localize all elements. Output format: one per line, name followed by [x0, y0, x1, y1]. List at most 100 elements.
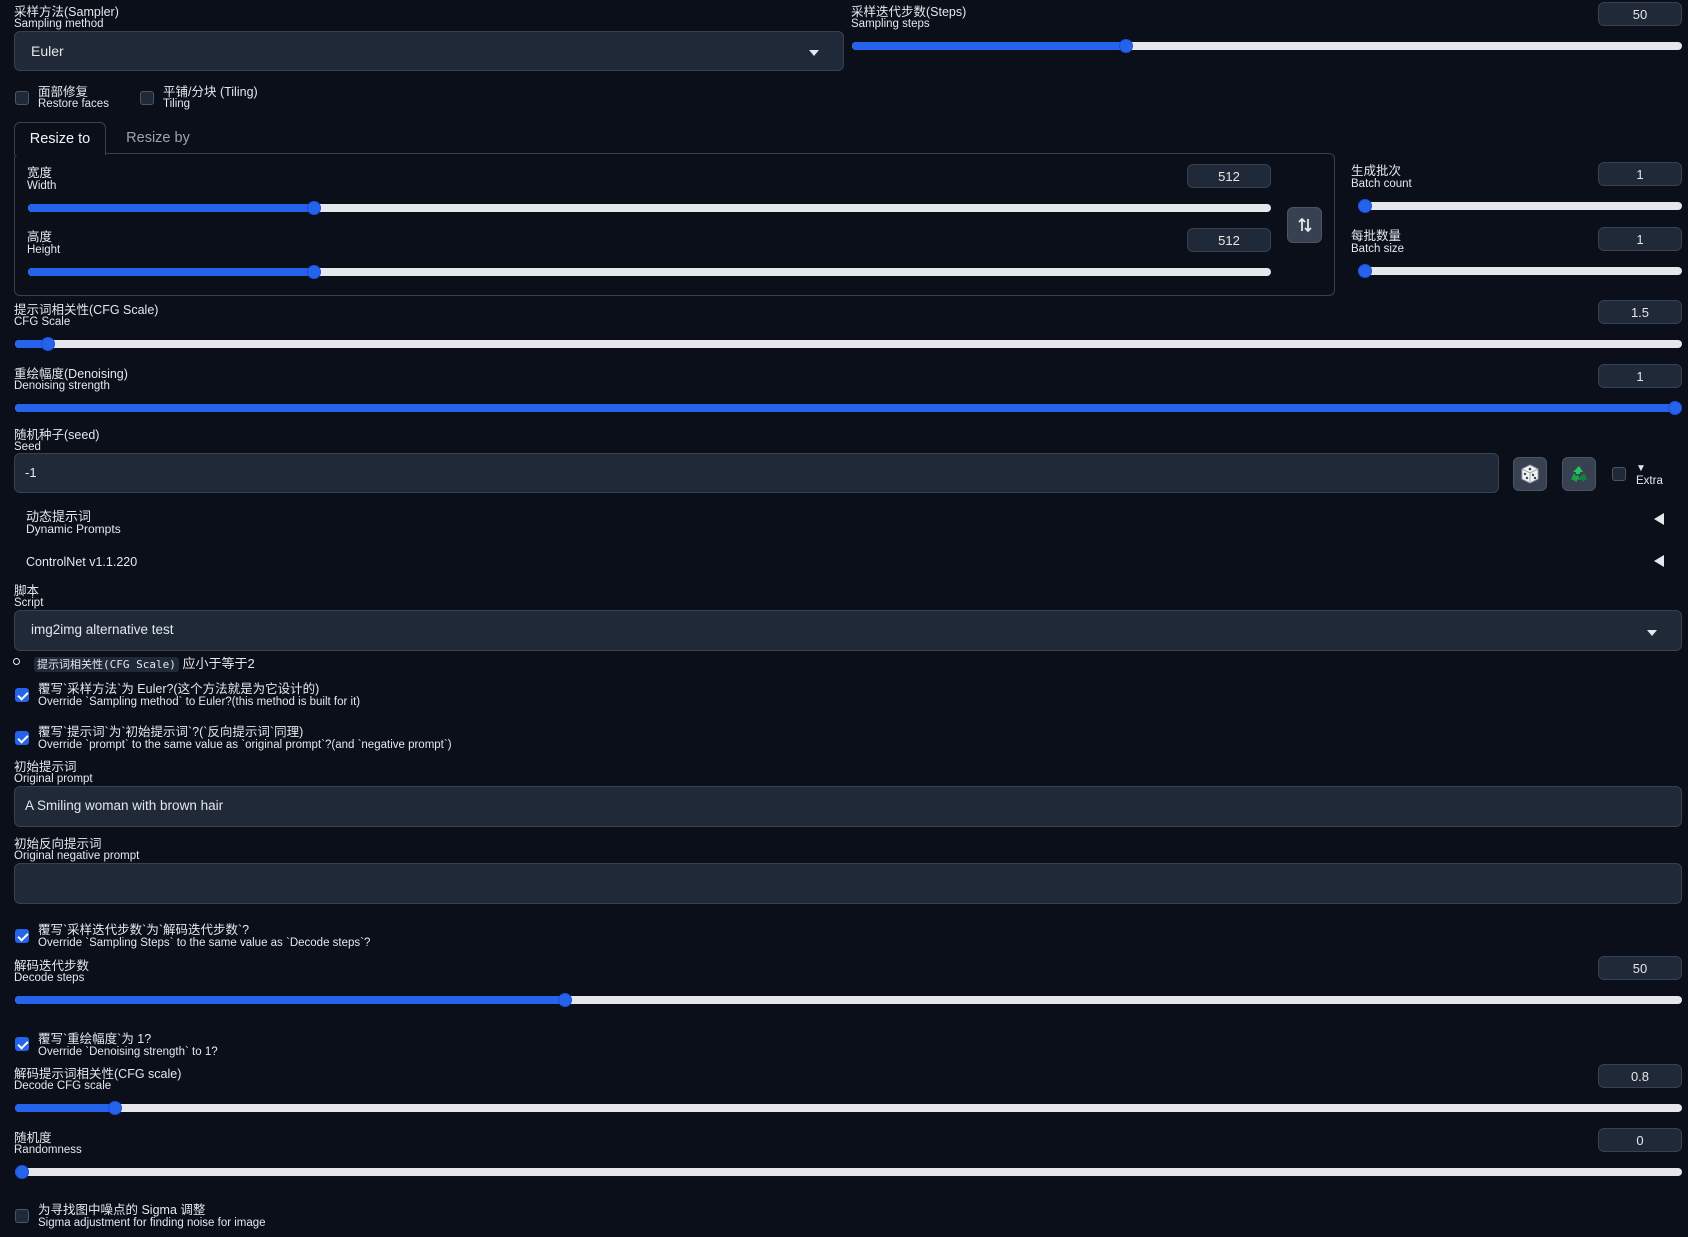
override-steps-label-cn: 覆写`采样迭代步数`为`解码迭代步数`? [38, 923, 250, 937]
original-negative-label-en: Original negative prompt [14, 850, 140, 862]
width-number-input[interactable]: 512 [1187, 164, 1271, 188]
recycle-icon [1571, 466, 1587, 482]
width-slider-thumb[interactable] [307, 201, 321, 215]
override-steps-checkbox[interactable] [15, 929, 29, 943]
script-label-en: Script [14, 597, 44, 609]
denoise-slider-thumb[interactable] [1668, 401, 1682, 415]
sigma-label-en: Sigma adjustment for finding noise for i… [38, 1217, 266, 1229]
cfg-note-text: 应小于等于2 [182, 656, 255, 671]
restore-faces-label-en: Restore faces [38, 98, 109, 110]
steps-slider-fill [852, 42, 1126, 50]
randomness-slider[interactable] [15, 1165, 1682, 1179]
script-dropdown[interactable]: img2img alternative test [14, 610, 1682, 651]
sampler-value: Euler [31, 43, 64, 59]
bullet-icon [13, 658, 20, 665]
override-sampler-label-cn: 覆写`采样方法`为 Euler?(这个方法就是为它设计的) [38, 682, 320, 696]
sampler-dropdown[interactable]: Euler [14, 31, 844, 71]
tiling-label-en: Tiling [163, 98, 191, 110]
decode-cfg-number-input[interactable]: 0.8 [1598, 1064, 1682, 1088]
controlnet-label: ControlNet v1.1.220 [26, 555, 138, 569]
randomness-number-input[interactable]: 0 [1598, 1128, 1682, 1152]
decode-cfg-label-en: Decode CFG scale [14, 1080, 112, 1092]
batch-count-slider[interactable] [1358, 199, 1682, 213]
steps-slider[interactable] [852, 39, 1682, 53]
height-label-en: Height [27, 244, 61, 256]
extra-label[interactable]: Extra [1636, 475, 1663, 488]
extra-triangle-icon: ▼ [1636, 463, 1646, 474]
batch-size-label-en: Batch size [1351, 243, 1405, 255]
seed-input[interactable]: -1 [14, 453, 1499, 493]
batch-size-label-cn: 每批数量 [1351, 229, 1402, 243]
dice-icon [1521, 464, 1539, 484]
height-slider-fill [28, 268, 314, 276]
tab-resize-by[interactable]: Resize by [112, 122, 204, 154]
batch-size-slider[interactable] [1358, 264, 1682, 278]
denoise-label-en: Denoising strength [14, 380, 110, 392]
steps-slider-thumb[interactable] [1119, 39, 1133, 53]
batch-count-label-en: Batch count [1351, 178, 1412, 190]
script-value: img2img alternative test [31, 622, 174, 637]
sigma-adjustment-checkbox[interactable] [15, 1209, 29, 1223]
batch-size-number-input[interactable]: 1 [1598, 227, 1682, 251]
collapse-arrow-icon [1654, 513, 1664, 525]
cfg-label-en: CFG Scale [14, 316, 71, 328]
override-prompt-checkbox[interactable] [15, 731, 29, 745]
width-label-cn: 宽度 [27, 166, 53, 180]
cfg-slider-thumb[interactable] [41, 337, 55, 351]
original-prompt-input[interactable]: A Smiling woman with brown hair [14, 786, 1682, 827]
dynamic-prompts-accordion[interactable]: 动态提示词 Dynamic Prompts [14, 503, 1682, 543]
extra-seed-checkbox[interactable] [1612, 467, 1626, 481]
decode-cfg-slider[interactable] [15, 1101, 1682, 1115]
cfg-slider[interactable] [15, 337, 1682, 351]
original-prompt-label-en: Original prompt [14, 773, 93, 785]
original-prompt-value: A Smiling woman with brown hair [25, 798, 224, 813]
steps-label-en: Sampling steps [851, 18, 930, 30]
decode-steps-slider-thumb[interactable] [558, 993, 572, 1007]
randomness-slider-thumb[interactable] [15, 1165, 29, 1179]
override-sampler-checkbox[interactable] [15, 688, 29, 702]
override-prompt-label-cn: 覆写`提示词`为`初始提示词`?(`反向提示词`同理) [38, 725, 304, 739]
decode-cfg-slider-fill [15, 1104, 115, 1112]
swap-icon [1297, 217, 1312, 233]
width-slider-fill [28, 204, 314, 212]
height-number-input[interactable]: 512 [1187, 228, 1271, 252]
sampler-label-en: Sampling method [14, 18, 104, 30]
override-denoise-checkbox[interactable] [15, 1037, 29, 1051]
random-seed-button[interactable] [1513, 457, 1547, 491]
tab-resize-to[interactable]: Resize to [14, 122, 106, 155]
restore-faces-checkbox[interactable] [15, 91, 29, 105]
batch-size-slider-thumb[interactable] [1358, 264, 1372, 278]
decode-steps-slider-fill [15, 996, 565, 1004]
steps-number-input[interactable]: 50 [1598, 2, 1682, 26]
denoise-slider[interactable] [15, 401, 1682, 415]
height-slider-thumb[interactable] [307, 265, 321, 279]
collapse-arrow-icon [1654, 555, 1664, 567]
chevron-down-icon [1647, 630, 1657, 636]
batch-count-slider-thumb[interactable] [1358, 199, 1372, 213]
batch-count-label-cn: 生成批次 [1351, 164, 1402, 178]
denoise-slider-fill [15, 404, 1682, 412]
override-denoise-label-en: Override `Denoising strength` to 1? [38, 1046, 218, 1058]
reuse-seed-button[interactable] [1562, 457, 1596, 491]
override-steps-label-en: Override `Sampling Steps` to the same va… [38, 937, 371, 949]
controlnet-accordion[interactable]: ControlNet v1.1.220 [14, 550, 1682, 576]
tiling-checkbox[interactable] [140, 91, 154, 105]
decode-steps-label-en: Decode steps [14, 972, 85, 984]
decode-steps-number-input[interactable]: 50 [1598, 956, 1682, 980]
width-label-en: Width [27, 180, 57, 192]
swap-dimensions-button[interactable] [1287, 207, 1322, 243]
decode-steps-slider[interactable] [15, 993, 1682, 1007]
override-sampler-label-en: Override `Sampling method` to Euler?(thi… [38, 696, 361, 708]
denoise-number-input[interactable]: 1 [1598, 364, 1682, 388]
batch-count-number-input[interactable]: 1 [1598, 162, 1682, 186]
width-slider[interactable] [28, 201, 1271, 215]
randomness-label-en: Randomness [14, 1144, 82, 1156]
override-prompt-label-en: Override `prompt` to the same value as `… [38, 739, 452, 751]
seed-value: -1 [25, 465, 37, 480]
original-negative-input[interactable] [14, 863, 1682, 904]
height-slider[interactable] [28, 265, 1271, 279]
override-denoise-label-cn: 覆写`重绘幅度`为 1? [38, 1032, 152, 1046]
cfg-number-input[interactable]: 1.5 [1598, 300, 1682, 324]
decode-cfg-slider-thumb[interactable] [108, 1101, 122, 1115]
cfg-note-code: 提示词相关性(CFG Scale) [34, 657, 179, 672]
